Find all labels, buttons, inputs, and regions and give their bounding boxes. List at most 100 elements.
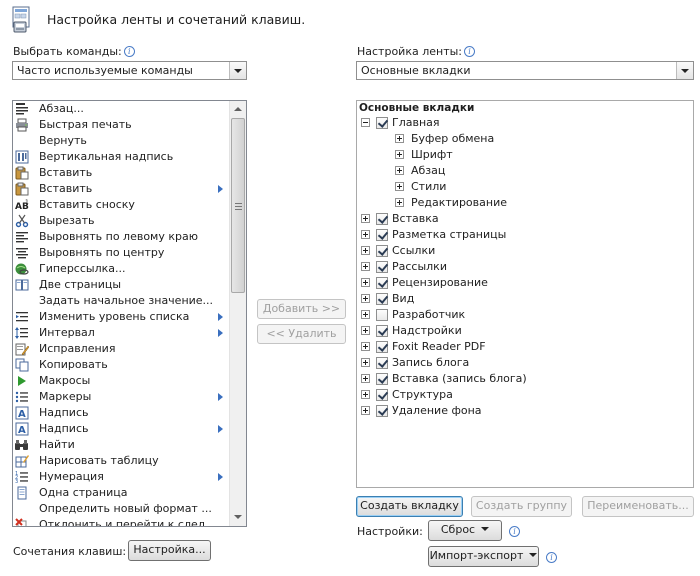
ribbon-group-item[interactable]: Шрифт (357, 147, 687, 163)
expand-icon[interactable] (395, 198, 404, 207)
info-icon[interactable]: i (509, 526, 520, 537)
ribbon-tab-item[interactable]: Разработчик (357, 307, 687, 323)
tab-checkbox[interactable] (376, 261, 388, 273)
expand-icon[interactable] (361, 294, 370, 303)
expand-icon[interactable] (361, 374, 370, 383)
command-list-item[interactable]: Отклонить и перейти к след... (13, 517, 229, 526)
ribbon-tab-item[interactable]: Ссылки (357, 243, 687, 259)
command-list-item[interactable]: 1 2 3 Нумерация (13, 469, 229, 485)
expand-icon[interactable] (361, 390, 370, 399)
ribbon-tab-item[interactable]: Рецензирование (357, 275, 687, 291)
expand-icon[interactable] (395, 166, 404, 175)
chevron-down-icon[interactable] (229, 62, 246, 79)
tab-checkbox[interactable] (376, 229, 388, 241)
rename-button[interactable]: Переименовать... (582, 496, 694, 517)
expand-icon[interactable] (361, 326, 370, 335)
tab-checkbox[interactable] (376, 325, 388, 337)
command-list-item[interactable]: Быстрая печать (13, 117, 229, 133)
choose-commands-combo[interactable]: Часто используемые команды (12, 61, 247, 80)
ribbon-group-item[interactable]: Буфер обмена (357, 131, 687, 147)
command-list-item[interactable]: Гиперссылка... (13, 261, 229, 277)
ribbon-group-item[interactable]: Редактирование (357, 195, 687, 211)
command-list-item[interactable]: AB 1 Вставить сноску (13, 197, 229, 213)
tab-checkbox[interactable] (376, 245, 388, 257)
scroll-up-icon[interactable] (230, 101, 246, 118)
remove-button[interactable]: << Удалить (257, 324, 346, 344)
chevron-down-icon[interactable] (676, 62, 693, 79)
command-list-item[interactable]: Одна страница (13, 485, 229, 501)
command-list-item[interactable]: Нарисовать таблицу (13, 453, 229, 469)
tab-checkbox[interactable] (376, 341, 388, 353)
new-tab-button[interactable]: Создать вкладку (356, 496, 463, 517)
expand-icon[interactable] (361, 310, 370, 319)
tab-checkbox[interactable] (376, 373, 388, 385)
expand-icon[interactable] (361, 406, 370, 415)
commands-list[interactable]: Абзац... Быстрая печать Вернуть Вертикальна… (12, 100, 247, 527)
expand-icon[interactable] (361, 214, 370, 223)
command-list-item[interactable]: Маркеры (13, 389, 229, 405)
command-list-item[interactable]: Исправления (13, 341, 229, 357)
ribbon-tab-item[interactable]: Запись блога (357, 355, 687, 371)
info-icon[interactable]: i (123, 46, 135, 57)
ribbon-tree[interactable]: Основные вкладки Главная Буфер обмена Шриф… (356, 100, 694, 488)
collapse-icon[interactable] (361, 118, 370, 127)
command-list-item[interactable]: Вставить (13, 181, 229, 197)
ribbon-group-item[interactable]: Абзац (357, 163, 687, 179)
command-list-item[interactable]: Копировать (13, 357, 229, 373)
tab-checkbox[interactable] (376, 293, 388, 305)
command-list-item[interactable]: Вернуть (13, 133, 229, 149)
ribbon-tab-item[interactable]: Удаление фона (357, 403, 687, 419)
customize-shortcuts-button[interactable]: Настройка... (128, 540, 211, 561)
ribbon-tab-item[interactable]: Вставка (357, 211, 687, 227)
expand-icon[interactable] (395, 182, 404, 191)
ribbon-tab-item[interactable]: Структура (357, 387, 687, 403)
ribbon-tab-item[interactable]: Foxit Reader PDF (357, 339, 687, 355)
command-list-item[interactable]: Задать начальное значение... (13, 293, 229, 309)
info-icon[interactable]: i (546, 552, 557, 563)
expand-icon[interactable] (395, 150, 404, 159)
ribbon-tab-item[interactable]: Надстройки (357, 323, 687, 339)
command-list-item[interactable]: Вырезать (13, 213, 229, 229)
expand-icon[interactable] (361, 262, 370, 271)
tab-checkbox[interactable] (376, 277, 388, 289)
new-group-button[interactable]: Создать группу (471, 496, 572, 517)
expand-icon[interactable] (361, 358, 370, 367)
tab-checkbox[interactable] (376, 117, 388, 129)
ribbon-tab-item[interactable]: Вставка (запись блога) (357, 371, 687, 387)
ribbon-tab-item[interactable]: Вид (357, 291, 687, 307)
tab-checkbox[interactable] (376, 309, 388, 321)
ribbon-tab-item[interactable]: Главная (357, 115, 687, 131)
import-export-button[interactable]: Импорт-экспорт (428, 546, 539, 567)
command-list-item[interactable]: Выровнять по левому краю (13, 229, 229, 245)
command-list-item[interactable]: Макросы (13, 373, 229, 389)
command-list-item[interactable]: Интервал (13, 325, 229, 341)
command-list-item[interactable]: A Надпись (13, 405, 229, 421)
customize-ribbon-combo[interactable]: Основные вкладки (356, 61, 694, 80)
tab-checkbox[interactable] (376, 389, 388, 401)
expand-icon[interactable] (361, 246, 370, 255)
tab-checkbox[interactable] (376, 357, 388, 369)
tab-checkbox[interactable] (376, 213, 388, 225)
command-list-item[interactable]: A Надпись (13, 421, 229, 437)
command-list-item[interactable]: Абзац... (13, 101, 229, 117)
scroll-thumb[interactable] (231, 118, 245, 293)
command-list-item[interactable]: Вставить (13, 165, 229, 181)
command-list-item[interactable]: Выровнять по центру (13, 245, 229, 261)
reset-button[interactable]: Сброс (428, 520, 502, 541)
ribbon-tab-item[interactable]: Разметка страницы (357, 227, 687, 243)
commands-list-scrollbar[interactable] (229, 101, 246, 526)
ribbon-group-item[interactable]: Стили (357, 179, 687, 195)
tab-checkbox[interactable] (376, 405, 388, 417)
expand-icon[interactable] (395, 134, 404, 143)
scroll-down-icon[interactable] (230, 509, 246, 526)
add-button[interactable]: Добавить >> (257, 299, 346, 319)
command-list-item[interactable]: Изменить уровень списка (13, 309, 229, 325)
expand-icon[interactable] (361, 342, 370, 351)
expand-icon[interactable] (361, 230, 370, 239)
command-list-item[interactable]: Вертикальная надпись (13, 149, 229, 165)
command-list-item[interactable]: Две страницы (13, 277, 229, 293)
command-list-item[interactable]: Определить новый формат ... (13, 501, 229, 517)
ribbon-tab-item[interactable]: Рассылки (357, 259, 687, 275)
command-list-item[interactable]: Найти (13, 437, 229, 453)
info-icon[interactable]: i (464, 46, 475, 57)
